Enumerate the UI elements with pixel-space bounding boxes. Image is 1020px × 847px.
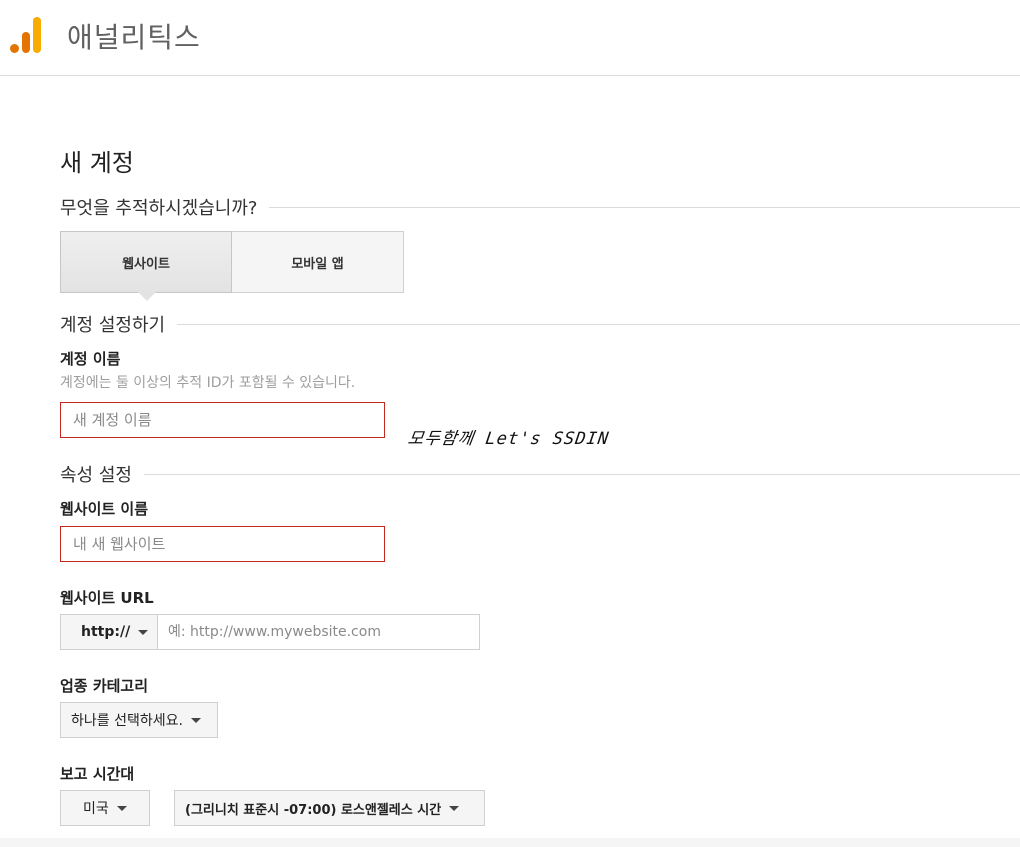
account-name-label: 계정 이름 <box>60 350 121 368</box>
website-type-button[interactable]: 웹사이트 <box>60 231 232 293</box>
page-title: 새 계정 <box>60 149 134 177</box>
reporting-timezone-label: 보고 시간대 <box>60 765 135 783</box>
mobile-app-type-button[interactable]: 모바일 앱 <box>232 231 404 293</box>
app-header: 애널리틱스 <box>0 0 1020 76</box>
logo-bar-tall <box>33 17 41 53</box>
tracking-question: 무엇을 추적하시겠습니까? <box>60 198 258 219</box>
country-value: 미국 <box>83 801 109 817</box>
caret-down-icon <box>116 805 127 811</box>
logo-bar-mid <box>22 32 30 53</box>
tracking-type-toggle: 웹사이트 모바일 앱 <box>60 231 404 293</box>
website-url-label: 웹사이트 URL <box>60 589 154 607</box>
watermark-signature: 모두함께 Let's SSDIN <box>406 429 611 449</box>
category-value: 하나를 선택하세요. <box>71 713 183 729</box>
account-setup-row: 계정 설정하기 <box>60 311 1020 337</box>
timezone-select[interactable]: (그리니치 표준시 -07:00) 로스앤젤레스 시간 <box>174 790 485 826</box>
divider <box>143 473 1020 475</box>
timezone-value: (그리니치 표준시 -07:00) 로스앤젤레스 시간 <box>185 802 442 818</box>
logo-dot <box>10 44 19 53</box>
protocol-select[interactable]: http:// <box>60 614 158 650</box>
property-setup-row: 속성 설정 <box>60 461 1020 487</box>
account-name-hint: 계정에는 둘 이상의 추적 ID가 포함될 수 있습니다. <box>60 375 356 391</box>
account-setup-heading: 계정 설정하기 <box>60 315 166 336</box>
caret-down-icon <box>138 629 149 635</box>
footer-strip <box>0 838 1020 847</box>
caret-down-icon <box>190 717 201 723</box>
app-title: 애널리틱스 <box>67 21 201 54</box>
analytics-logo-icon[interactable] <box>10 17 42 53</box>
caret-down-icon <box>449 805 460 811</box>
divider <box>269 206 1020 208</box>
country-select[interactable]: 미국 <box>60 790 150 826</box>
divider <box>177 323 1020 325</box>
website-url-input[interactable] <box>157 614 480 650</box>
property-setup-heading: 속성 설정 <box>60 465 132 486</box>
protocol-value: http:// <box>81 624 131 640</box>
selection-pointer <box>138 292 156 301</box>
industry-category-label: 업종 카테고리 <box>60 677 149 695</box>
website-name-label: 웹사이트 이름 <box>60 500 149 518</box>
industry-category-select[interactable]: 하나를 선택하세요. <box>60 702 218 738</box>
website-name-input[interactable] <box>60 526 385 562</box>
tracking-question-row: 무엇을 추적하시겠습니까? <box>60 194 1020 220</box>
account-name-input[interactable] <box>60 402 385 438</box>
